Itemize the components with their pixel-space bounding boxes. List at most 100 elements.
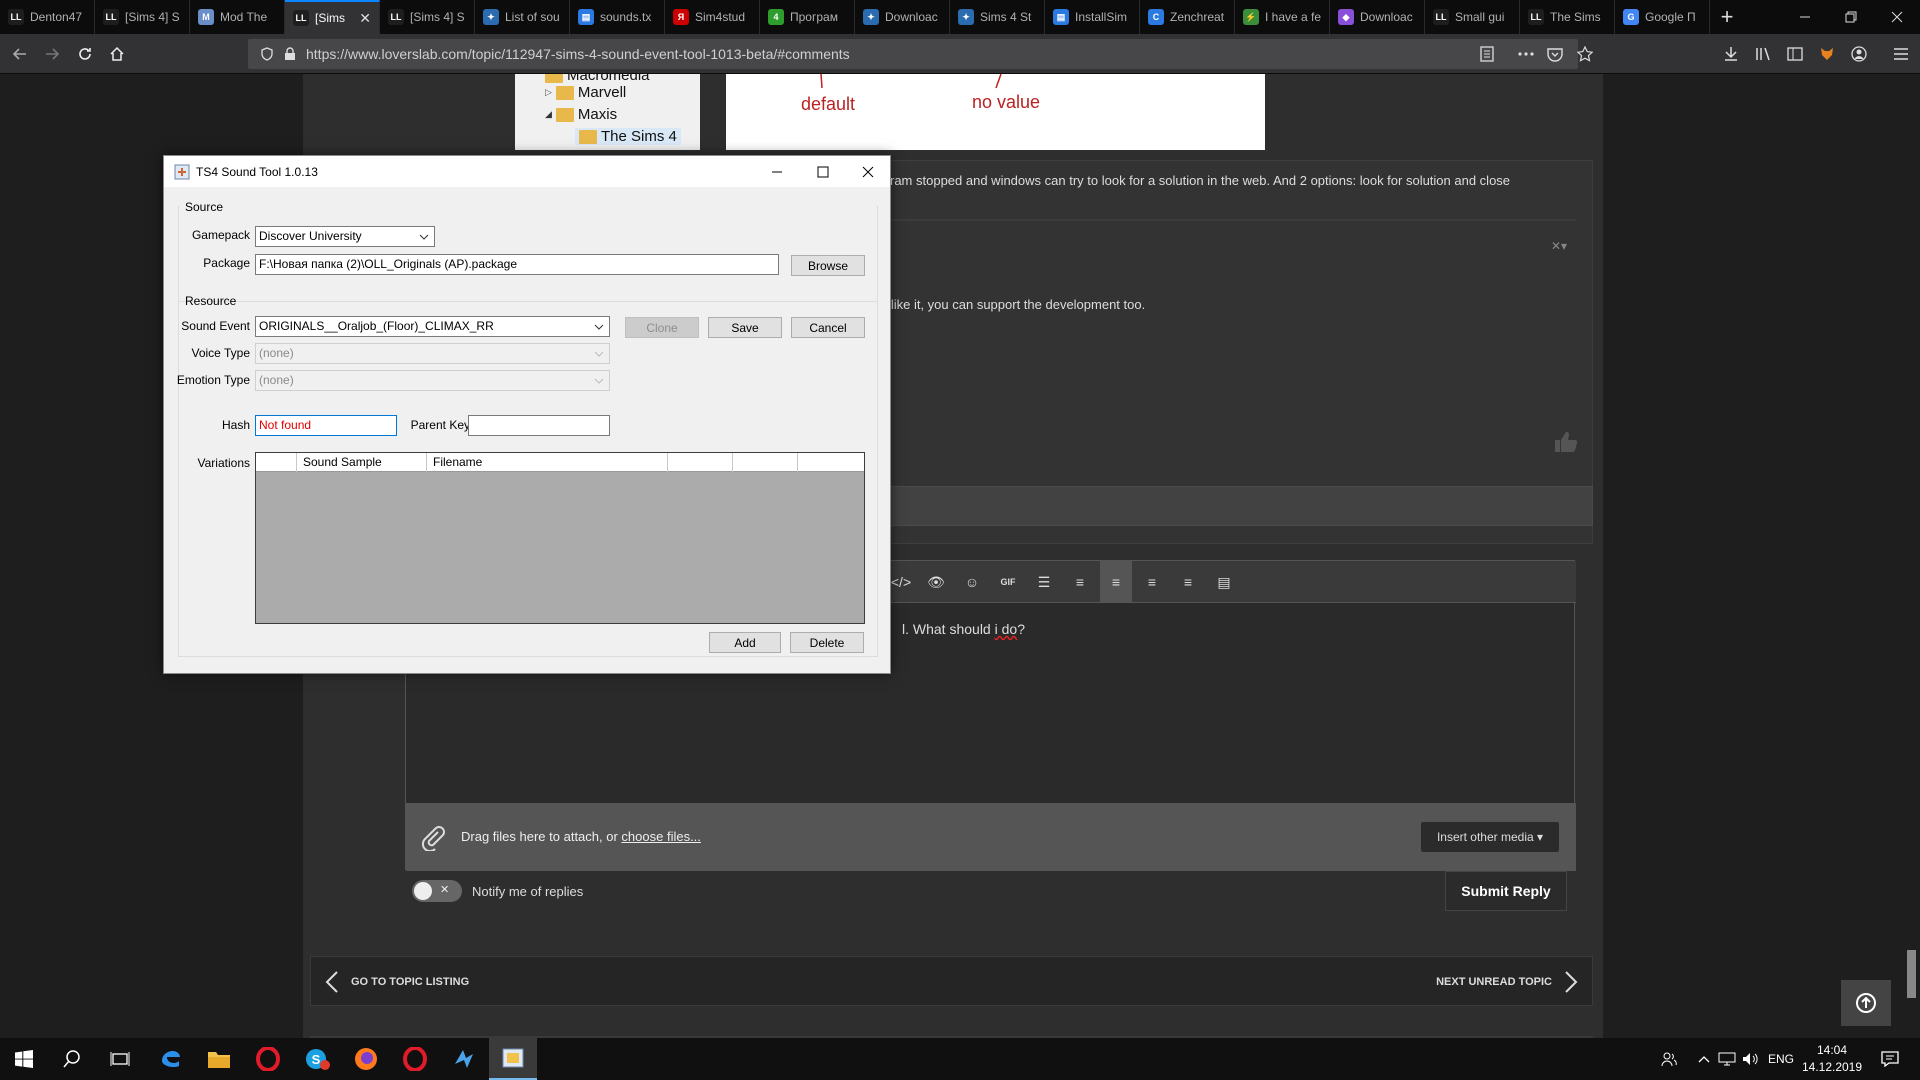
browser-tab[interactable]: Я Sim4stud xyxy=(665,0,760,34)
grid-column-header[interactable] xyxy=(256,453,297,472)
ts4-sound-tool-app[interactable] xyxy=(489,1038,537,1080)
browser-tab[interactable]: LL The Sims xyxy=(1520,0,1615,34)
browser-close-button[interactable] xyxy=(1874,0,1920,34)
grid-column-header[interactable]: Filename xyxy=(427,453,668,472)
clone-button[interactable]: Clone xyxy=(625,317,699,338)
browser-tab[interactable]: LL Small gui xyxy=(1425,0,1520,34)
start-button[interactable] xyxy=(0,1038,48,1080)
home-button[interactable] xyxy=(103,40,131,68)
people-button[interactable] xyxy=(1656,1038,1682,1080)
submit-reply-button[interactable]: Submit Reply xyxy=(1445,871,1567,911)
browser-tab[interactable]: M Mod The xyxy=(190,0,285,34)
bookmark-star-icon[interactable] xyxy=(1574,43,1596,65)
opera-app[interactable] xyxy=(244,1038,292,1080)
choose-files-link[interactable]: choose files... xyxy=(621,829,701,844)
file-explorer-app[interactable] xyxy=(195,1038,243,1080)
next-unread-topic-link[interactable]: NEXT UNREAD TOPIC xyxy=(1436,957,1578,1007)
align-right-icon[interactable]: ≡ xyxy=(1178,572,1198,592)
browser-tab[interactable]: LL [Sims ✕ xyxy=(285,0,380,34)
align-center-icon[interactable]: ≡ xyxy=(1142,572,1162,592)
skype-app[interactable]: S xyxy=(293,1038,341,1080)
grid-column-header[interactable]: Sound Sample xyxy=(297,453,427,472)
clock[interactable]: 14:04 14.12.2019 xyxy=(1800,1042,1864,1076)
emotion-type-dropdown[interactable]: (none) xyxy=(255,370,610,391)
library-icon[interactable] xyxy=(1752,43,1774,65)
delete-button[interactable]: Delete xyxy=(790,632,864,653)
opera-app-2[interactable] xyxy=(391,1038,439,1080)
browser-tab[interactable]: ◆ Downloac xyxy=(1330,0,1425,34)
page-actions-icon[interactable] xyxy=(1515,43,1537,65)
sims4-studio-app[interactable] xyxy=(440,1038,488,1080)
dialog-maximize-button[interactable] xyxy=(800,156,846,187)
back-button[interactable] xyxy=(6,40,34,68)
reload-button[interactable] xyxy=(71,40,99,68)
preview-eye-icon[interactable]: 👁 xyxy=(926,572,946,592)
browser-minimize-button[interactable] xyxy=(1782,0,1828,34)
browser-tab[interactable]: ▤ sounds.tx xyxy=(570,0,665,34)
menu-icon[interactable] xyxy=(1890,43,1912,65)
new-tab-button[interactable]: + xyxy=(1710,0,1744,34)
grid-column-header[interactable] xyxy=(668,453,733,472)
downloads-icon[interactable] xyxy=(1720,43,1742,65)
attach-files-bar[interactable]: Drag files here to attach, or choose fil… xyxy=(406,803,1576,871)
editor-content[interactable]: l. What should i do? xyxy=(902,621,1025,637)
insert-media-button[interactable]: Insert other media ▾ xyxy=(1421,822,1559,852)
scroll-to-top-button[interactable] xyxy=(1841,980,1891,1026)
voice-type-dropdown[interactable]: (none) xyxy=(255,343,610,364)
search-button[interactable] xyxy=(48,1038,96,1080)
browser-tab[interactable]: 4 Програм xyxy=(760,0,855,34)
edge-app[interactable] xyxy=(146,1038,194,1080)
browser-tab[interactable]: C Zenchreat xyxy=(1140,0,1235,34)
grid-column-header[interactable] xyxy=(733,453,798,472)
like-thumb-icon[interactable] xyxy=(1553,430,1579,454)
forward-button[interactable] xyxy=(38,40,66,68)
account-icon[interactable] xyxy=(1848,43,1870,65)
browse-button[interactable]: Browse xyxy=(791,255,865,276)
network-button[interactable] xyxy=(1716,1038,1738,1080)
browser-tab[interactable]: ▤ InstallSim xyxy=(1045,0,1140,34)
browser-tab[interactable]: LL Denton47 xyxy=(0,0,95,34)
emoji-icon[interactable]: ☺ xyxy=(962,572,982,592)
go-to-topic-listing-link[interactable]: GO TO TOPIC LISTING xyxy=(325,957,469,1007)
volume-button[interactable] xyxy=(1740,1038,1762,1080)
grid-column-header[interactable] xyxy=(798,453,864,472)
notify-toggle[interactable]: ✕ xyxy=(412,880,462,902)
tab-close-icon[interactable]: ✕ xyxy=(359,10,371,27)
browser-tab[interactable]: ✦ Sims 4 St xyxy=(950,0,1045,34)
dialog-minimize-button[interactable] xyxy=(754,156,800,187)
hash-field[interactable]: Not found xyxy=(255,415,397,436)
code-icon[interactable]: </> xyxy=(891,572,911,592)
sidebar-icon[interactable] xyxy=(1784,43,1806,65)
browser-tab[interactable]: ⚡ I have a fe xyxy=(1235,0,1330,34)
align-left-icon[interactable]: ≡ xyxy=(1100,561,1132,603)
pocket-icon[interactable] xyxy=(1544,43,1566,65)
gamepack-dropdown[interactable]: Discover University xyxy=(255,226,435,247)
parent-key-field[interactable] xyxy=(468,415,610,436)
browser-tab[interactable]: LL [Sims 4] S xyxy=(95,0,190,34)
variations-grid[interactable]: Sound Sample Filename xyxy=(255,452,865,624)
browser-tab[interactable]: G Google П xyxy=(1615,0,1710,34)
page-scrollbar[interactable] xyxy=(1903,74,1920,1038)
numbered-list-icon[interactable]: ≡ xyxy=(1070,572,1090,592)
browser-restore-button[interactable] xyxy=(1828,0,1874,34)
show-hidden-icons-button[interactable] xyxy=(1694,1038,1714,1080)
browser-tab[interactable]: ✦ List of sou xyxy=(475,0,570,34)
firefox-app[interactable] xyxy=(342,1038,390,1080)
extension-fox-icon[interactable] xyxy=(1816,43,1838,65)
dialog-close-button[interactable] xyxy=(845,156,891,187)
save-button[interactable]: Save xyxy=(708,317,782,338)
cancel-button[interactable]: Cancel xyxy=(791,317,865,338)
add-button[interactable]: Add xyxy=(709,632,781,653)
url-bar[interactable]: https://www.loverslab.com/topic/112947-s… xyxy=(248,39,1578,69)
browser-tab[interactable]: LL [Sims 4] S xyxy=(380,0,475,34)
task-view-button[interactable] xyxy=(96,1038,144,1080)
source-document-icon[interactable]: ▤ xyxy=(1214,572,1234,592)
sound-event-dropdown[interactable]: ORIGINALS__Oraljob_(Floor)_CLIMAX_RR xyxy=(255,316,610,337)
reader-view-icon[interactable] xyxy=(1476,43,1498,65)
gif-icon[interactable]: GIF xyxy=(998,572,1018,592)
url-text[interactable]: https://www.loverslab.com/topic/112947-s… xyxy=(306,46,850,62)
post-options-icon[interactable]: ✕▾ xyxy=(1551,239,1567,253)
package-path-field[interactable]: F:\Новая папка (2)\OLL_Originals (AP).pa… xyxy=(255,254,779,275)
input-language[interactable]: ENG xyxy=(1764,1038,1798,1080)
action-center-button[interactable] xyxy=(1872,1038,1908,1080)
